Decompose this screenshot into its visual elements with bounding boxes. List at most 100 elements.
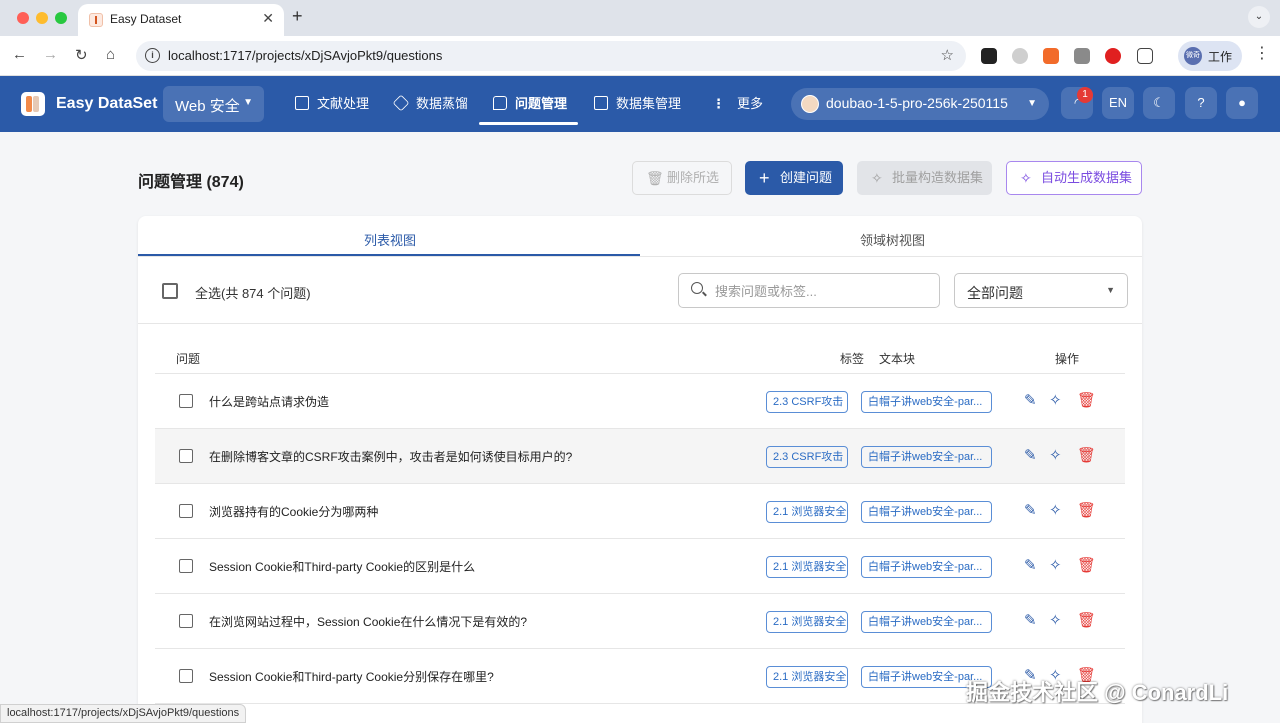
label-tag[interactable]: 2.1 浏览器安全	[766, 611, 848, 633]
new-tab-icon[interactable]: +	[292, 6, 303, 27]
batch-build-dataset-button[interactable]: ✧ 批量构造数据集	[857, 161, 992, 195]
nav-data-distillation[interactable]: 数据蒸馏	[392, 93, 468, 117]
profile-button[interactable]: 微奇 工作	[1178, 41, 1242, 71]
select-all-checkbox[interactable]	[162, 283, 178, 299]
model-select-label: doubao-1-5-pro-256k-250115	[826, 95, 1008, 111]
nav-more[interactable]: ⋮ 更多	[712, 93, 763, 117]
app-header: Easy DataSet Web 安全 ▼ 文献处理 数据蒸馏 问题管理 数据集…	[0, 76, 1280, 132]
row-checkbox[interactable]	[179, 559, 193, 573]
row-checkbox[interactable]	[179, 614, 193, 628]
row-checkbox[interactable]	[179, 504, 193, 518]
trash-icon[interactable]: 🗑	[1077, 391, 1096, 411]
model-select[interactable]: doubao-1-5-pro-256k-250115 ▼	[791, 88, 1049, 120]
row-checkbox[interactable]	[179, 394, 193, 408]
edit-icon[interactable]: ✎	[1024, 446, 1037, 466]
chevron-down-icon: ▼	[1106, 285, 1115, 295]
theme-toggle-button[interactable]: ☾	[1143, 87, 1175, 119]
extension-icon[interactable]	[1074, 48, 1090, 64]
column-header-question: 问题	[176, 352, 201, 366]
zoom-window-button[interactable]	[55, 12, 67, 24]
label-tag[interactable]: 2.3 CSRF攻击	[766, 446, 848, 468]
plus-icon: +	[759, 168, 770, 188]
edit-icon[interactable]: ✎	[1024, 611, 1037, 631]
trash-icon[interactable]: 🗑	[1077, 501, 1096, 521]
github-button[interactable]: ●	[1226, 87, 1258, 119]
trash-icon: 🗑	[646, 170, 664, 186]
browser-tab-title: Easy Dataset	[110, 12, 182, 26]
model-avatar	[801, 95, 819, 113]
tab-search-icon[interactable]: ⌄	[1248, 6, 1270, 28]
reload-icon[interactable]: ↻	[75, 46, 88, 64]
search-input[interactable]	[715, 281, 925, 301]
select-all-label: 全选(共 874 个问题)	[195, 286, 311, 301]
extensions-puzzle-icon[interactable]	[1137, 48, 1153, 64]
question-text[interactable]: 浏览器持有的Cookie分为哪两种	[209, 503, 378, 520]
magic-wand-icon[interactable]: ✧	[1049, 446, 1062, 466]
minimize-window-button[interactable]	[36, 12, 48, 24]
question-filter-select[interactable]: 全部问题 ▼	[954, 273, 1128, 308]
github-icon: ●	[1238, 95, 1246, 110]
page-title: 问题管理 (874)	[138, 174, 244, 191]
bookmark-star-icon[interactable]: ☆	[941, 46, 954, 64]
extension-icon[interactable]	[981, 48, 997, 64]
question-text[interactable]: Session Cookie和Third-party Cookie分别保存在哪里…	[209, 668, 494, 685]
trash-icon[interactable]: 🗑	[1077, 446, 1096, 466]
language-button[interactable]: EN	[1102, 87, 1134, 119]
row-checkbox[interactable]	[179, 449, 193, 463]
chunk-tag[interactable]: 白帽子讲web安全-par...	[861, 446, 992, 468]
forward-icon[interactable]: →	[43, 46, 58, 63]
trash-icon[interactable]: 🗑	[1077, 556, 1096, 576]
questions-card: 列表视图 领域树视图 全选(共 874 个问题) 全部问题 ▼ 问题 标签 文本…	[138, 216, 1142, 723]
magic-wand-icon[interactable]: ✧	[1049, 391, 1062, 411]
chunk-tag[interactable]: 白帽子讲web安全-par...	[861, 391, 992, 413]
divider	[138, 323, 1142, 324]
address-bar[interactable]: i localhost:1717/projects/xDjSAvjoPkt9/q…	[136, 41, 966, 71]
browser-tab[interactable]: Easy Dataset ✕	[78, 4, 284, 36]
project-select[interactable]: Web 安全 ▼	[163, 86, 264, 122]
create-question-button[interactable]: + 创建问题	[745, 161, 843, 195]
close-tab-icon[interactable]: ✕	[262, 10, 274, 27]
magic-wand-icon[interactable]: ✧	[1049, 501, 1062, 521]
label-tag[interactable]: 2.1 浏览器安全	[766, 666, 848, 688]
cube-icon	[392, 94, 410, 112]
chunk-tag[interactable]: 白帽子讲web安全-par...	[861, 501, 992, 523]
extension-icon[interactable]	[1012, 48, 1028, 64]
question-text[interactable]: Session Cookie和Third-party Cookie的区别是什么	[209, 558, 475, 575]
help-button[interactable]: ?	[1185, 87, 1217, 119]
question-text[interactable]: 在删除博客文章的CSRF攻击案例中，攻击者是如何诱使目标用户的?	[209, 448, 572, 465]
magic-wand-icon[interactable]: ✧	[1049, 611, 1062, 631]
browser-toolbar: ← → ↻ ⌂ i localhost:1717/projects/xDjSAv…	[0, 36, 1280, 76]
chevron-down-icon: ▼	[243, 97, 253, 108]
browser-menu-icon[interactable]: ⋮	[1254, 46, 1270, 62]
label-tag[interactable]: 2.3 CSRF攻击	[766, 391, 848, 413]
close-window-button[interactable]	[17, 12, 29, 24]
table-row: 在浏览网站过程中，Session Cookie在什么情况下是有效的? 2.1 浏…	[155, 594, 1125, 649]
nav-active-indicator	[479, 122, 578, 125]
nav-question-management[interactable]: 问题管理	[493, 93, 567, 117]
back-icon[interactable]: ←	[12, 46, 27, 63]
chunk-tag[interactable]: 白帽子讲web安全-par...	[861, 556, 992, 578]
nav-document-processing[interactable]: 文献处理	[295, 93, 369, 117]
magic-wand-icon[interactable]: ✧	[1049, 556, 1062, 576]
label-tag[interactable]: 2.1 浏览器安全	[766, 556, 848, 578]
nav-dataset-management[interactable]: 数据集管理	[594, 93, 681, 117]
tab-tree-view[interactable]: 领域树视图	[860, 230, 925, 249]
extension-icon[interactable]	[1105, 48, 1121, 64]
edit-icon[interactable]: ✎	[1024, 501, 1037, 521]
tab-list-view[interactable]: 列表视图	[364, 230, 416, 249]
trash-icon[interactable]: 🗑	[1077, 611, 1096, 631]
delete-selected-button[interactable]: 🗑 删除所选	[632, 161, 732, 195]
label-tag[interactable]: 2.1 浏览器安全	[766, 501, 848, 523]
extension-icon[interactable]	[1043, 48, 1059, 64]
edit-icon[interactable]: ✎	[1024, 556, 1037, 576]
question-text[interactable]: 什么是跨站点请求伪造	[209, 393, 329, 410]
home-icon[interactable]: ⌂	[106, 46, 115, 63]
chat-icon	[493, 96, 507, 110]
question-text[interactable]: 在浏览网站过程中，Session Cookie在什么情况下是有效的?	[209, 613, 527, 630]
site-info-icon[interactable]: i	[145, 48, 160, 63]
chunk-tag[interactable]: 白帽子讲web安全-par...	[861, 611, 992, 633]
auto-generate-dataset-button[interactable]: ✧ 自动生成数据集	[1006, 161, 1142, 195]
address-url[interactable]: localhost:1717/projects/xDjSAvjoPkt9/que…	[168, 48, 442, 63]
row-checkbox[interactable]	[179, 669, 193, 683]
edit-icon[interactable]: ✎	[1024, 391, 1037, 411]
